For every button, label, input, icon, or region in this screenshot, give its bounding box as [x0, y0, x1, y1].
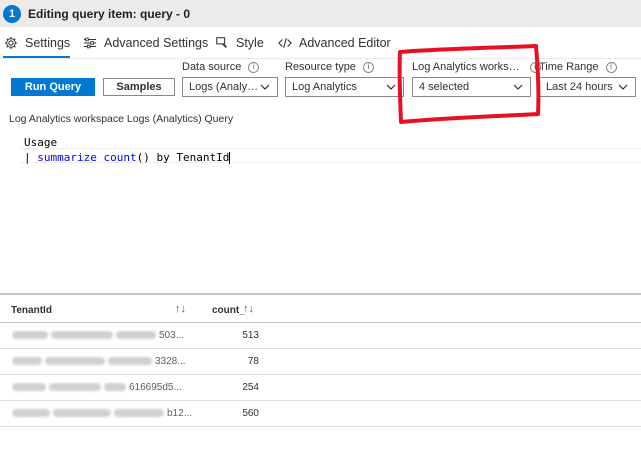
redacted-text	[12, 409, 50, 418]
run-query-button[interactable]: Run Query	[11, 78, 95, 96]
results-grid: TenantId ↑↓ count_ ↑↓ 503... 513 3328...…	[0, 295, 641, 427]
tab-advanced-editor-label: Advanced Editor	[299, 36, 391, 50]
tab-style-label: Style	[236, 36, 264, 50]
table-row[interactable]: 503... 513	[0, 323, 641, 349]
data-source-dropdown[interactable]: Logs (Analy…	[182, 77, 278, 97]
query-label: Log Analytics workspace Logs (Analytics)…	[9, 113, 234, 125]
text-cursor	[229, 152, 231, 164]
code-line-2: | summarize count() by TenantId	[24, 151, 231, 164]
table-row[interactable]: 3328... 78	[0, 349, 641, 375]
tenant-cell: 616695d5...	[12, 382, 202, 393]
code-pipe: |	[24, 151, 38, 164]
redacted-text	[12, 357, 42, 366]
info-icon[interactable]: i	[362, 61, 374, 73]
time-range-label: Time Range i	[539, 61, 617, 73]
workspaces-label-text: Log Analytics works…	[412, 61, 520, 73]
resource-type-label: Resource type i	[285, 61, 374, 73]
data-source-value: Logs (Analy…	[189, 81, 259, 93]
tenant-suffix: 616695d5...	[129, 382, 182, 393]
tenant-suffix: 503...	[159, 330, 185, 341]
tenant-cell: 503...	[12, 330, 202, 341]
grid-header: TenantId ↑↓ count_ ↑↓	[0, 295, 641, 323]
table-row[interactable]: b12... 560	[0, 401, 641, 427]
chevron-down-icon	[260, 84, 270, 90]
code-keyword: summarize	[37, 151, 97, 164]
time-range-dropdown[interactable]: Last 24 hours	[539, 77, 636, 97]
redacted-text	[12, 331, 48, 340]
editor-title: Editing query item: query - 0	[28, 6, 191, 21]
tab-settings-label: Settings	[25, 36, 71, 50]
tabs-divider	[0, 58, 641, 59]
redacted-text	[45, 357, 105, 366]
chevron-down-icon	[513, 84, 523, 90]
sort-icon[interactable]: ↑↓	[175, 303, 186, 315]
data-source-label-text: Data source	[182, 61, 242, 73]
redacted-text	[51, 331, 113, 340]
count-cell: 560	[242, 408, 259, 419]
gear-icon	[3, 35, 19, 51]
code-function: count	[103, 151, 137, 164]
column-header-count[interactable]: count_	[212, 305, 245, 316]
info-icon[interactable]: i	[248, 61, 260, 73]
workspaces-label: Log Analytics works… i	[412, 61, 541, 73]
code-rest: () by TenantId	[136, 151, 230, 164]
samples-button[interactable]: Samples	[103, 78, 175, 96]
count-cell: 513	[242, 330, 259, 341]
tab-advanced-settings[interactable]: Advanced Settings	[82, 30, 208, 56]
sort-icon[interactable]: ↑↓	[243, 303, 254, 315]
resource-type-label-text: Resource type	[285, 61, 356, 73]
redacted-text	[53, 409, 111, 418]
tenant-cell: 3328...	[12, 356, 202, 367]
resource-type-value: Log Analytics	[292, 81, 357, 93]
step-badge: 1	[3, 4, 21, 23]
info-icon[interactable]: i	[605, 61, 617, 73]
tab-advanced-editor[interactable]: Advanced Editor	[277, 30, 391, 56]
editor-title-bar: 1 Editing query item: query - 0	[0, 0, 641, 27]
code-line-1: Usage	[24, 136, 58, 149]
workspaces-dropdown[interactable]: 4 selected	[412, 77, 531, 97]
code-icon	[277, 35, 293, 51]
redacted-text	[116, 331, 156, 340]
redacted-text	[114, 409, 164, 418]
count-cell: 78	[247, 356, 259, 367]
tenant-suffix: b12...	[167, 408, 193, 419]
tab-advanced-settings-label: Advanced Settings	[104, 36, 209, 50]
tab-style[interactable]: Style	[214, 30, 264, 56]
workspaces-value: 4 selected	[419, 81, 470, 93]
query-editor[interactable]: Usage | summarize count() by TenantId	[0, 131, 641, 294]
time-range-value: Last 24 hours	[546, 81, 613, 93]
redacted-text	[12, 383, 46, 392]
sliders-icon	[82, 35, 98, 51]
redacted-text	[104, 383, 126, 392]
resource-type-dropdown[interactable]: Log Analytics	[285, 77, 404, 97]
redacted-text	[108, 357, 152, 366]
table-row[interactable]: 616695d5... 254	[0, 375, 641, 401]
redacted-text	[49, 383, 101, 392]
chevron-down-icon	[386, 84, 396, 90]
settings-tabs: Settings Advanced Settings Style Advance…	[0, 30, 641, 58]
tenant-cell: b12...	[12, 408, 202, 419]
time-range-label-text: Time Range	[539, 61, 599, 73]
chevron-down-icon	[618, 84, 628, 90]
count-cell: 254	[242, 382, 259, 393]
column-header-tenantid[interactable]: TenantId	[11, 305, 52, 316]
tenant-suffix: 3328...	[155, 356, 186, 367]
tab-settings[interactable]: Settings	[3, 30, 71, 58]
brush-icon	[214, 35, 230, 51]
data-source-label: Data source i	[182, 61, 260, 73]
